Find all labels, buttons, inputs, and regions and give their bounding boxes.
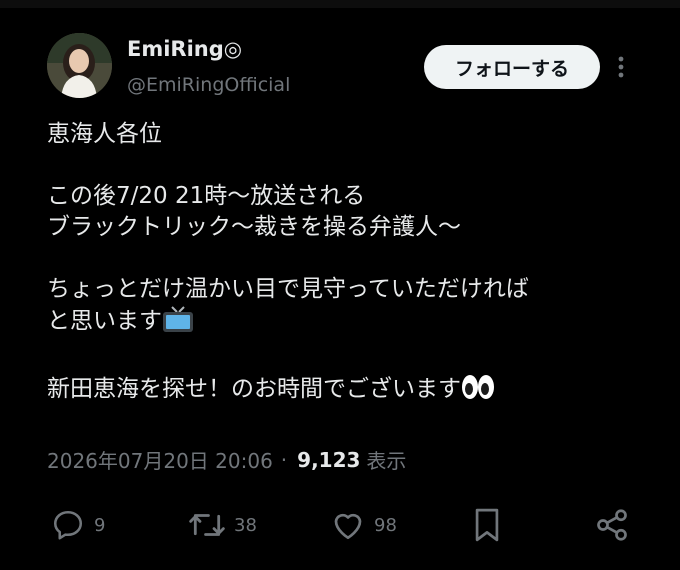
- timestamp[interactable]: 2026年07月20日 20:06: [47, 445, 273, 474]
- tv-icon: [162, 305, 194, 342]
- view-label: 表示: [366, 449, 407, 473]
- tweet-text: 恵海人各位 この後7/20 21時〜放送される ブラックトリック〜裁きを操る弁護…: [47, 119, 667, 410]
- tweet-line-with-emoji: 新田恵海を探せ！のお時間でございます: [47, 373, 667, 410]
- tweet-line-with-emoji: と思います: [47, 305, 667, 342]
- reply-button[interactable]: 9: [50, 506, 105, 544]
- like-button[interactable]: 98: [330, 506, 397, 544]
- tweet-meta: 2026年07月20日 20:06 · 9,123 表示: [47, 445, 406, 474]
- reply-count: 9: [94, 514, 106, 536]
- reply-icon: [53, 510, 83, 540]
- eyes-icon: [461, 373, 495, 410]
- separator: ·: [280, 447, 288, 472]
- view-count: 9,123: [297, 447, 361, 472]
- tweet-line: この後7/20 21時〜放送される: [47, 183, 366, 209]
- like-count: 98: [374, 514, 397, 536]
- tweet-line: ブラックトリック〜裁きを操る弁護人〜: [47, 214, 461, 240]
- repost-count: 38: [234, 514, 257, 536]
- heart-icon: [334, 513, 362, 540]
- follow-button[interactable]: フォローする: [424, 45, 600, 89]
- repost-icon: [189, 514, 225, 536]
- share-button[interactable]: [594, 506, 630, 544]
- more-dots-icon: [618, 56, 624, 78]
- bookmark-button[interactable]: [470, 506, 504, 544]
- avatar-photo: [47, 33, 112, 98]
- tweet-line: ちょっとだけ温かい目で見守っていただければ: [47, 276, 529, 302]
- top-edge: [0, 0, 680, 8]
- tweet-line: と思います: [47, 308, 162, 334]
- tweet-line: 新田恵海を探せ！のお時間でございます: [47, 376, 461, 402]
- share-icon: [597, 509, 627, 541]
- display-name[interactable]: EmiRing◎: [127, 37, 242, 61]
- tweet-line: 恵海人各位: [47, 121, 162, 147]
- avatar[interactable]: [47, 33, 112, 98]
- user-handle[interactable]: @EmiRingOfficial: [127, 74, 290, 96]
- repost-button[interactable]: 38: [188, 506, 257, 544]
- bookmark-icon: [475, 508, 499, 542]
- more-options-button[interactable]: [606, 50, 636, 84]
